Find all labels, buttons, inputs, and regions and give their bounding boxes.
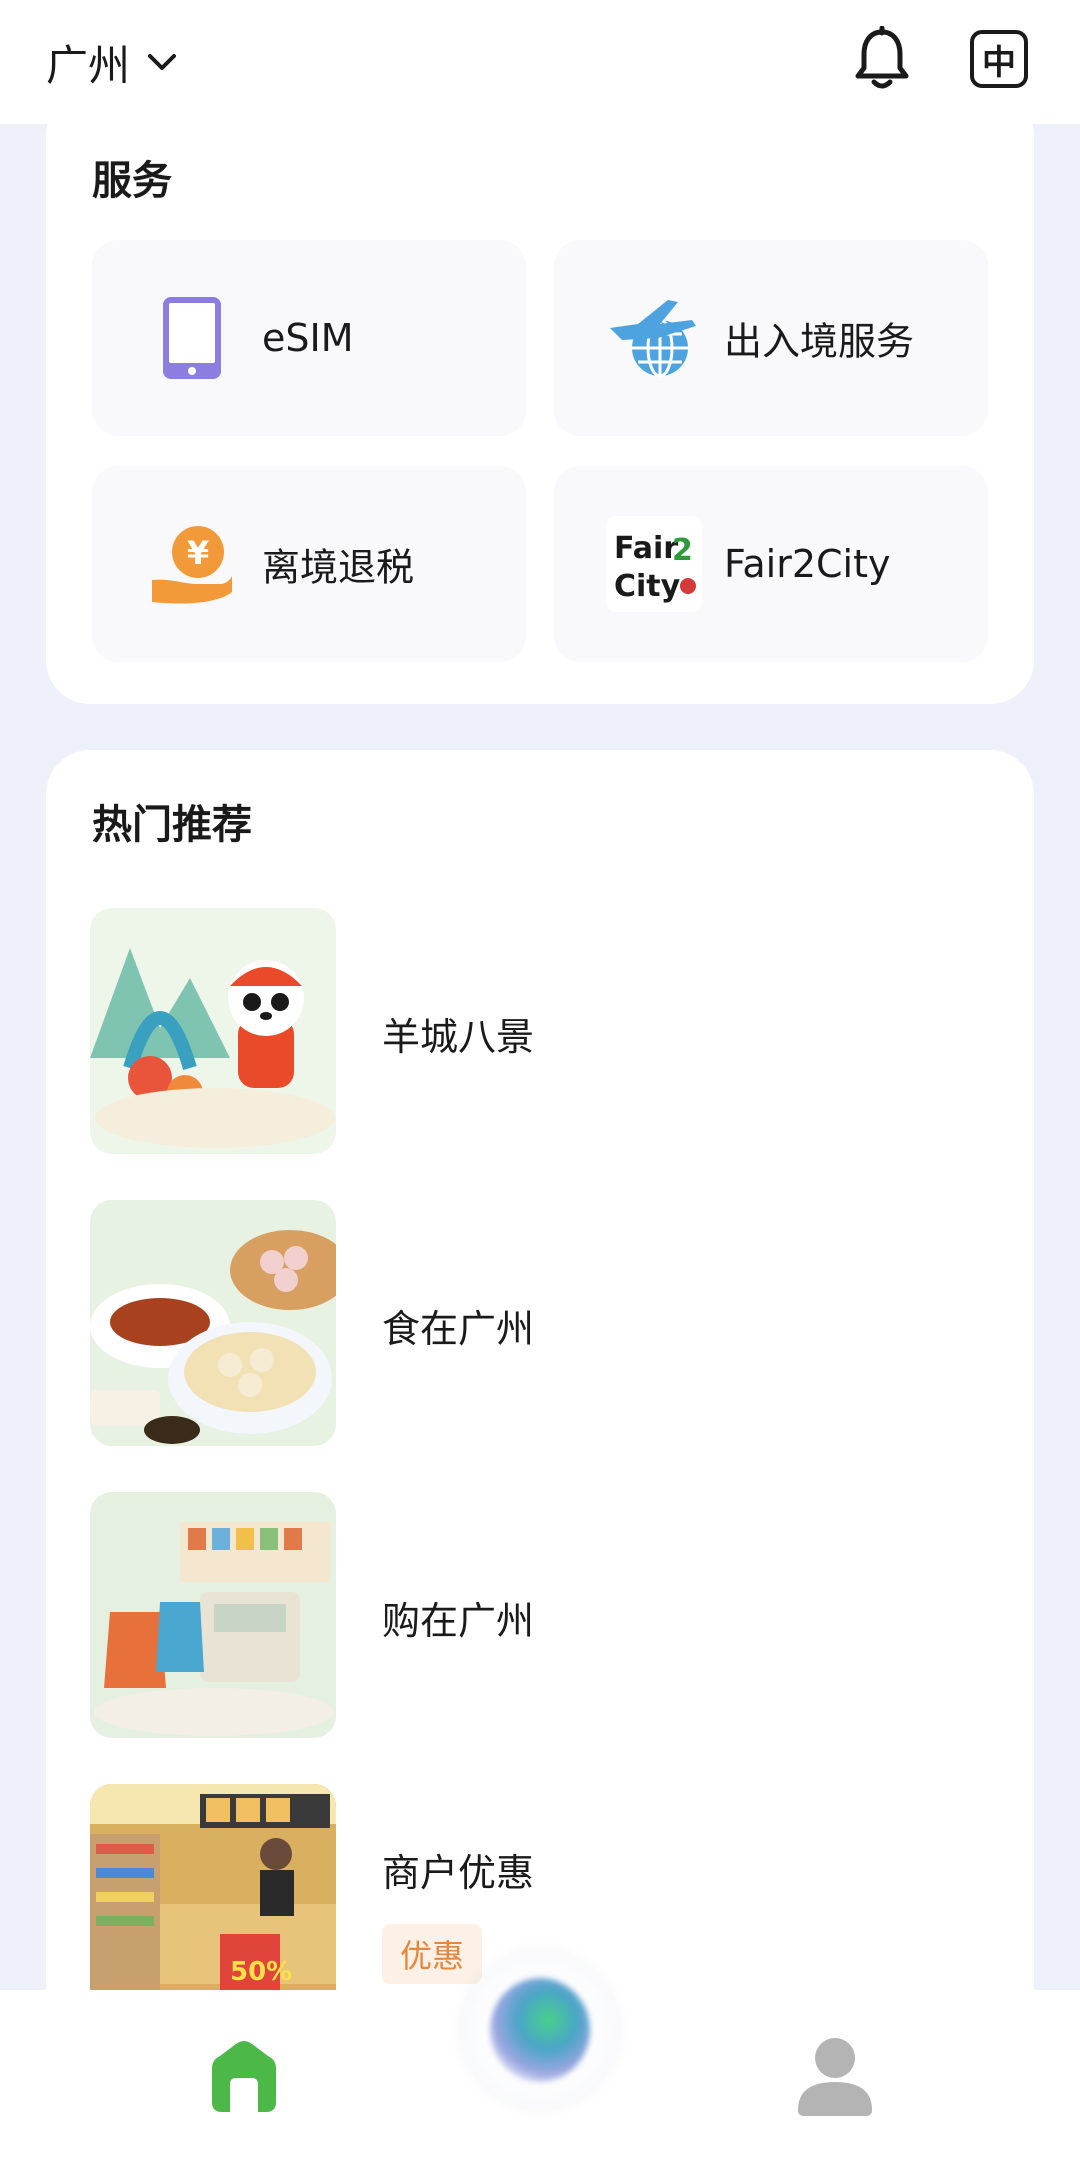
service-label: 离境退税: [262, 545, 415, 590]
service-immigration[interactable]: 出入境服务: [554, 240, 988, 436]
service-label: Fair2City: [724, 542, 891, 586]
hot-title: 热门推荐: [92, 802, 252, 848]
list-item[interactable]: 羊城八景: [90, 908, 990, 1154]
home-icon[interactable]: [206, 2038, 282, 2114]
svg-text:2: 2: [672, 533, 693, 568]
service-tax-refund[interactable]: ¥ 离境退税: [92, 466, 526, 662]
city-selector[interactable]: 广州: [46, 30, 180, 94]
profile-icon[interactable]: [794, 2034, 876, 2116]
chevron-down-icon: [148, 54, 177, 70]
thumbnail-image: [90, 1492, 336, 1738]
list-item-label: 食在广州: [382, 1307, 535, 1351]
language-label: 中: [982, 42, 1016, 83]
city-label: 广州: [46, 40, 131, 90]
plane-globe-icon: [606, 290, 702, 386]
orb-glow: [490, 1978, 590, 2082]
list-item[interactable]: 食在广州: [90, 1200, 990, 1446]
svg-text:City: City: [614, 569, 681, 604]
yen-hand-icon: ¥: [144, 516, 240, 612]
service-fair2city[interactable]: Fair 2 City Fair2City: [554, 466, 988, 662]
service-label: eSIM: [262, 316, 354, 360]
thumbnail-image: [90, 1200, 336, 1446]
bell-icon[interactable]: [852, 26, 912, 94]
list-item-label: 商户优惠: [382, 1851, 535, 1895]
top-bar: 广州 中: [0, 0, 1080, 124]
ai-assistant-orb-button[interactable]: [462, 1952, 618, 2108]
list-item-label: 购在广州: [382, 1599, 535, 1643]
service-label: 出入境服务: [724, 319, 915, 364]
svg-text:50%: 50%: [230, 1957, 292, 1987]
fair2city-logo: Fair 2 City: [606, 516, 702, 612]
thumbnail-image: [90, 908, 336, 1154]
discount-badge: 优惠: [382, 1924, 482, 1984]
svg-text:Fair: Fair: [614, 531, 678, 566]
svg-text:¥: ¥: [187, 534, 209, 572]
hot-recommendations-card: 热门推荐 羊城八景 食在广州 购在广州 50% 商户优惠 优惠: [46, 750, 1034, 2160]
phone-icon: [144, 290, 240, 386]
language-toggle[interactable]: 中: [970, 30, 1028, 88]
service-esim[interactable]: eSIM: [92, 240, 526, 436]
services-title: 服务: [92, 158, 172, 204]
list-item[interactable]: 购在广州: [90, 1492, 990, 1738]
list-item-label: 羊城八景: [382, 1015, 535, 1059]
services-card: 服务 eSIM 出入境服务 ¥ 离境退税 Fair 2 City Fair2Ci…: [46, 92, 1034, 704]
